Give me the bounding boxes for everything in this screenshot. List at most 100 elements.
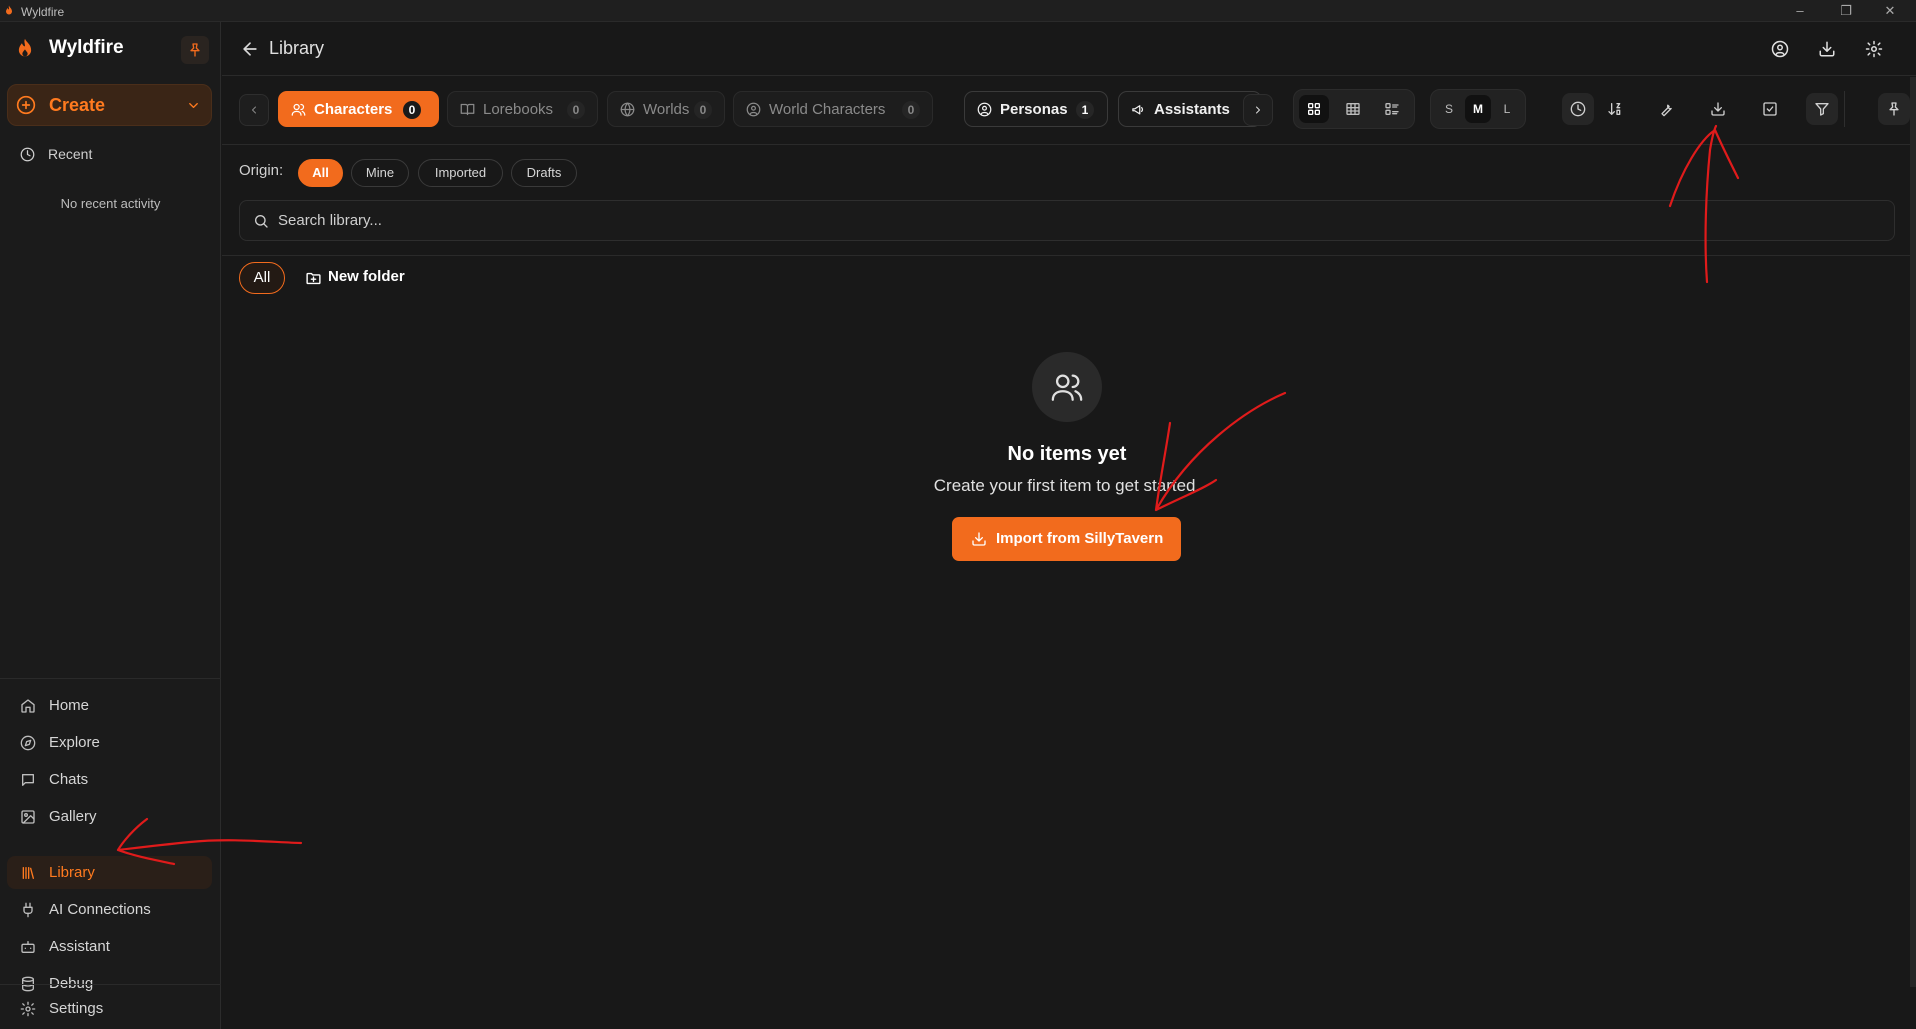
users-icon <box>1032 352 1102 422</box>
tab-assistants[interactable]: Assistants <box>1118 91 1262 127</box>
flame-icon <box>3 4 15 17</box>
origin-filter-mine[interactable]: Mine <box>351 159 409 187</box>
chat-icon <box>20 772 36 788</box>
sidebar-item-home[interactable]: Home <box>7 689 212 722</box>
table-view-icon[interactable] <box>1338 95 1368 123</box>
recent-label: Recent <box>48 146 93 162</box>
restore-button[interactable]: ❐ <box>1826 0 1866 22</box>
view-mode-group <box>1293 89 1415 129</box>
toolbar-divider <box>1844 91 1845 127</box>
user-circle-icon <box>977 102 992 117</box>
empty-state-subtitle: Create your first item to get started. <box>933 476 1201 495</box>
tab-characters[interactable]: Characters 0 <box>278 91 439 127</box>
plug-icon <box>20 902 36 918</box>
divider <box>222 255 1916 256</box>
import-button-label: Import from SillyTavern <box>996 530 1164 547</box>
origin-filter-drafts[interactable]: Drafts <box>511 159 577 187</box>
import-download-icon[interactable] <box>1702 93 1734 125</box>
tab-count-badge: 0 <box>694 101 712 119</box>
sidebar-item-label: Explore <box>49 734 100 751</box>
divider <box>0 984 221 985</box>
minimize-button[interactable]: – <box>1780 0 1820 22</box>
search-input[interactable] <box>278 201 1878 240</box>
chevron-down-icon <box>186 98 201 113</box>
sidebar-item-label: AI Connections <box>49 901 151 918</box>
sidebar-item-ai-connections[interactable]: AI Connections <box>7 893 212 926</box>
tab-personas[interactable]: Personas 1 <box>964 91 1108 127</box>
pin-icon[interactable] <box>1878 93 1910 125</box>
megaphone-icon <box>1131 102 1146 117</box>
tab-count-badge: 0 <box>567 101 585 119</box>
image-icon <box>20 809 36 825</box>
tab-label: Assistants <box>1154 101 1230 118</box>
scrollbar[interactable] <box>1910 77 1916 987</box>
users-icon <box>291 102 306 117</box>
close-button[interactable]: ✕ <box>1870 0 1910 22</box>
search-icon <box>253 213 269 229</box>
library-icon <box>20 865 36 881</box>
tab-count-badge: 1 <box>1076 101 1094 119</box>
folder-plus-icon <box>305 270 322 287</box>
size-small-button[interactable]: S <box>1436 95 1462 123</box>
create-button[interactable]: Create <box>7 84 212 126</box>
sidebar-item-settings[interactable]: Settings <box>7 992 212 1025</box>
sidebar-item-label: Library <box>49 864 95 881</box>
card-size-group: S M L <box>1430 89 1526 129</box>
window-titlebar: Wyldfire – ❐ ✕ <box>0 0 1916 22</box>
pin-sidebar-button[interactable] <box>181 36 209 64</box>
sidebar-item-gallery[interactable]: Gallery <box>7 800 212 833</box>
sidebar-item-assistant[interactable]: Assistant <box>7 930 212 963</box>
tab-worlds[interactable]: Worlds 0 <box>607 91 725 127</box>
folder-all-chip[interactable]: All <box>239 262 285 294</box>
sidebar-item-label: Settings <box>49 1000 104 1017</box>
filter-icon[interactable] <box>1806 93 1838 125</box>
origin-label: Origin: <box>239 162 284 179</box>
size-medium-button[interactable]: M <box>1465 95 1491 123</box>
tab-label: Worlds <box>643 101 690 118</box>
clock-icon[interactable] <box>1562 93 1594 125</box>
tab-label: Personas <box>1000 101 1068 118</box>
no-recent-text: No recent activity <box>60 196 161 211</box>
sidebar-item-explore[interactable]: Explore <box>7 726 212 759</box>
compass-icon <box>20 735 36 751</box>
download-icon <box>971 531 987 547</box>
origin-filter-imported[interactable]: Imported <box>418 159 503 187</box>
sort-icon[interactable] <box>1599 93 1631 125</box>
page-header: Library <box>222 22 1916 76</box>
bot-icon <box>20 939 36 955</box>
size-large-button[interactable]: L <box>1494 95 1520 123</box>
sidebar-item-label: Home <box>49 697 90 714</box>
plus-circle-icon <box>16 95 36 115</box>
origin-filter-all[interactable]: All <box>298 159 343 187</box>
download-icon[interactable] <box>1812 34 1842 64</box>
sidebar-item-label: Gallery <box>49 808 97 825</box>
tab-count-badge: 0 <box>902 101 920 119</box>
tab-label: Characters <box>314 101 393 118</box>
new-folder-label: New folder <box>328 268 405 285</box>
tabs-scroll-left-button[interactable] <box>239 94 269 126</box>
tab-label: World Characters <box>769 101 886 118</box>
grid-view-icon[interactable] <box>1299 95 1329 123</box>
clock-icon <box>20 147 35 162</box>
back-arrow-icon[interactable] <box>240 39 260 59</box>
book-icon <box>460 102 475 117</box>
tab-lorebooks[interactable]: Lorebooks 0 <box>447 91 598 127</box>
account-icon[interactable] <box>1765 34 1795 64</box>
gear-icon[interactable] <box>1859 34 1889 64</box>
import-sillytavern-button[interactable]: Import from SillyTavern <box>952 517 1181 561</box>
sidebar-item-label: Assistant <box>49 938 110 955</box>
window-title: Wyldfire <box>21 5 65 19</box>
tab-count-badge: 0 <box>403 101 421 119</box>
page-title: Library <box>269 38 325 58</box>
tabs-scroll-right-button[interactable] <box>1243 94 1273 126</box>
flame-logo-icon <box>14 38 36 59</box>
list-view-icon[interactable] <box>1377 95 1407 123</box>
empty-state-title: No items yet <box>1007 443 1127 465</box>
tab-world-characters[interactable]: World Characters 0 <box>733 91 933 127</box>
brand-name: Wyldfire <box>49 37 124 58</box>
sidebar-item-library[interactable]: Library <box>7 856 212 889</box>
sidebar-item-chats[interactable]: Chats <box>7 763 212 796</box>
select-checkbox-icon[interactable] <box>1754 93 1786 125</box>
search-box <box>239 200 1895 241</box>
wrench-icon[interactable] <box>1650 93 1682 125</box>
